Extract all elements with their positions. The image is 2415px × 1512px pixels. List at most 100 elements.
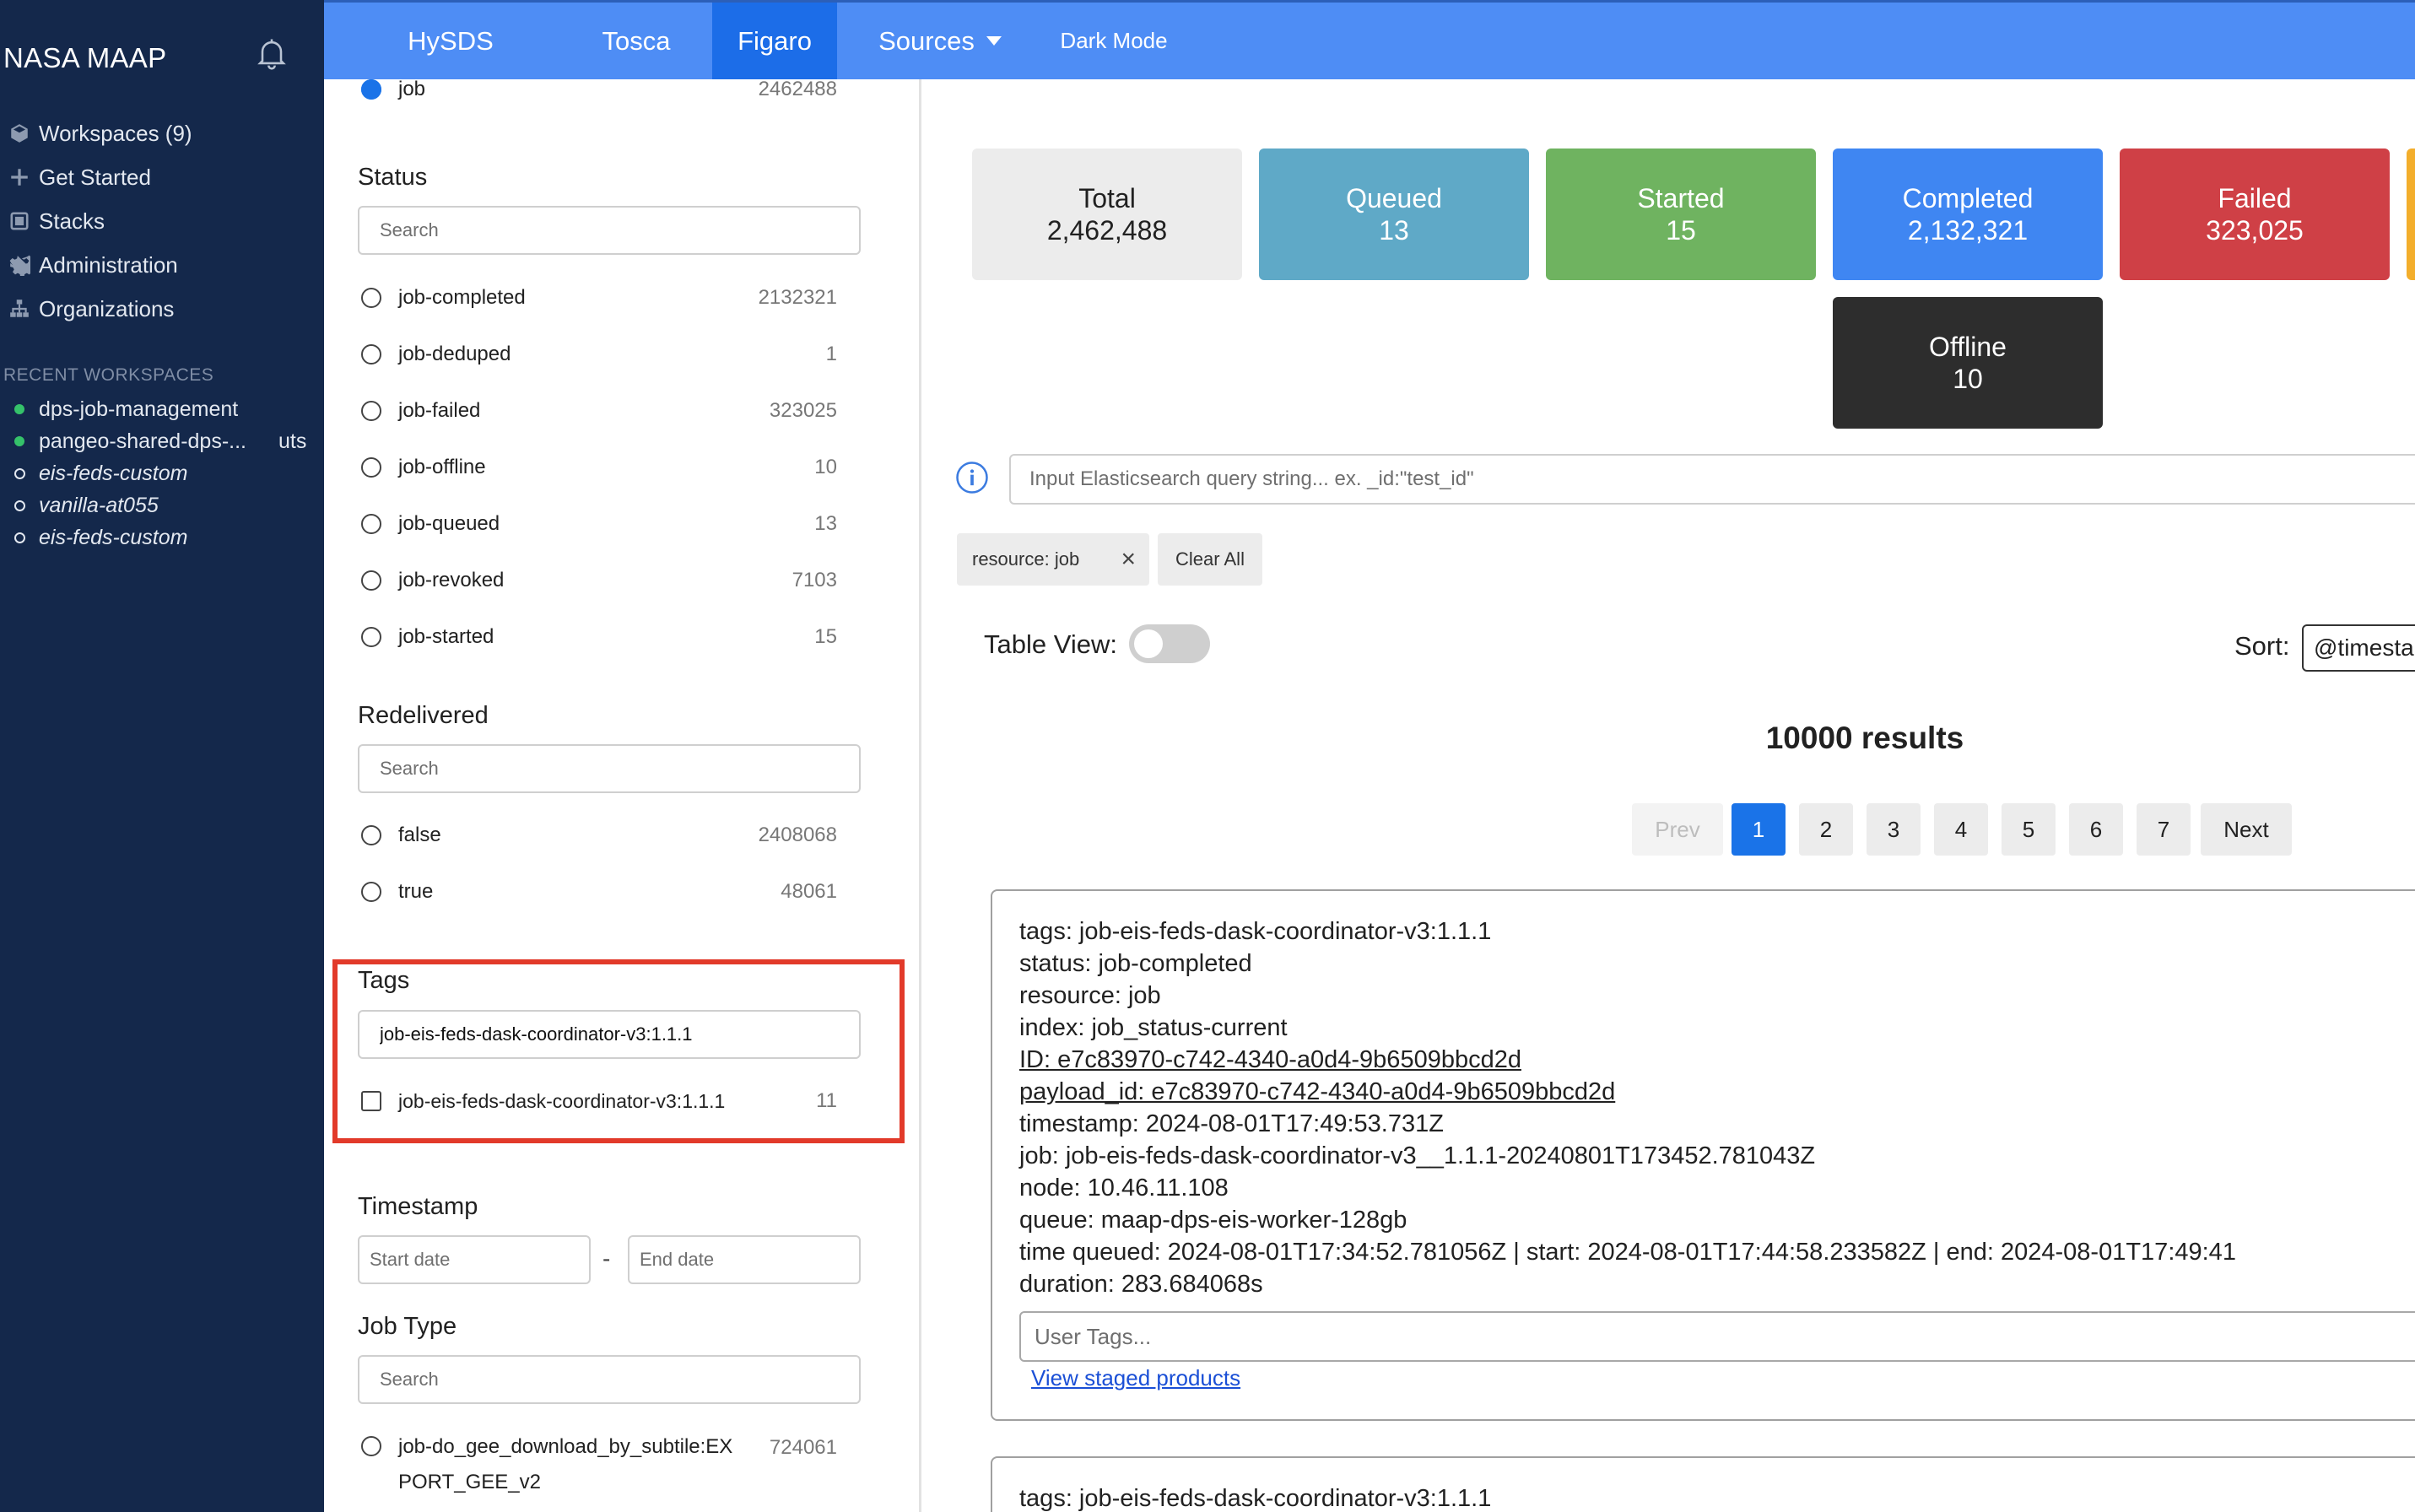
- summary-card-partial[interactable]: [2407, 148, 2415, 280]
- timestamp-heading: Timestamp: [358, 1193, 478, 1220]
- filter-option-status[interactable]: job-offline 10: [358, 451, 861, 484]
- workspace-label: vanilla-at055: [39, 493, 159, 517]
- filter-option-tag[interactable]: job-eis-feds-dask-coordinator-v3:1.1.1 1…: [358, 1084, 861, 1118]
- stopped-status-icon: [0, 500, 39, 511]
- pager-page-button[interactable]: 1: [1732, 803, 1786, 856]
- redelivered-search-input[interactable]: [358, 744, 861, 793]
- pager-next-button[interactable]: Next: [2201, 803, 2292, 856]
- card-label: Failed: [2218, 183, 2292, 213]
- job-type-search-input[interactable]: [358, 1355, 861, 1404]
- workspace-label: eis-feds-custom: [39, 461, 188, 485]
- end-date-input[interactable]: [628, 1235, 861, 1284]
- card-label: Started: [1637, 183, 1725, 213]
- sidebar-item-label: Stacks: [39, 208, 105, 234]
- tags-search-input[interactable]: [358, 1010, 861, 1059]
- brand-title: NASA MAAP: [3, 42, 167, 73]
- cube-icon: [0, 122, 39, 144]
- filter-option-status[interactable]: job-started 15: [358, 620, 861, 654]
- table-view-toggle[interactable]: [1129, 624, 1210, 663]
- result-card: tags: job-eis-feds-dask-coordinator-v3:1…: [991, 889, 2415, 1421]
- filter-option-resource-job[interactable]: job 2462488: [358, 79, 861, 106]
- tab-tosca[interactable]: Tosca: [577, 3, 695, 79]
- stopped-status-icon: [0, 532, 39, 543]
- filter-option-status[interactable]: job-completed 2132321: [358, 281, 861, 315]
- summary-card-started[interactable]: Started 15: [1546, 148, 1816, 280]
- filter-option-status[interactable]: job-queued 13: [358, 507, 861, 541]
- pager-page-button[interactable]: 2: [1799, 803, 1853, 856]
- info-icon[interactable]: [955, 461, 989, 494]
- sidebar-item-stacks[interactable]: Stacks: [0, 199, 324, 243]
- option-count: 7103: [791, 569, 837, 591]
- tab-sources[interactable]: Sources: [864, 3, 1016, 79]
- redelivered-heading: Redelivered: [358, 702, 489, 729]
- card-label: Completed: [1902, 183, 2034, 213]
- main-content: Total 2,462,488 Queued 13 Started 15 Com…: [921, 79, 2415, 1512]
- tab-figaro[interactable]: Figaro: [712, 3, 837, 79]
- summary-card-offline[interactable]: Offline 10: [1833, 297, 2103, 429]
- result-id-link[interactable]: ID: e7c83970-c742-4340-a0d4-9b6509bbcd2d: [1019, 1046, 1521, 1074]
- start-date-input[interactable]: [358, 1235, 591, 1284]
- recent-workspace-item[interactable]: eis-feds-custom: [0, 457, 324, 489]
- bell-icon[interactable]: [253, 34, 290, 73]
- sort-select[interactable]: @timestamp: [2302, 624, 2415, 672]
- user-tags-input[interactable]: [1019, 1311, 2415, 1362]
- option-label: job-failed: [398, 399, 481, 422]
- chevron-down-icon: [986, 36, 1002, 46]
- filter-option-redelivered[interactable]: true 48061: [358, 875, 861, 909]
- sidebar-item-administration[interactable]: Administration: [0, 243, 324, 287]
- recent-workspace-item[interactable]: pangeo-shared-dps-... uts: [0, 425, 324, 457]
- recent-workspace-item[interactable]: vanilla-at055: [0, 489, 324, 521]
- filter-option-job-type[interactable]: job-do_gee_download_by_subtile:EX PORT_G…: [358, 1429, 861, 1500]
- clear-all-button[interactable]: Clear All: [1158, 533, 1262, 586]
- option-label: job-completed: [398, 286, 526, 309]
- radio-icon: [361, 288, 381, 308]
- filter-option-status[interactable]: job-failed 323025: [358, 394, 861, 428]
- summary-card-queued[interactable]: Queued 13: [1259, 148, 1529, 280]
- option-label: job-offline: [398, 456, 486, 478]
- summary-card-total[interactable]: Total 2,462,488: [972, 148, 1242, 280]
- option-count: 2408068: [758, 824, 837, 846]
- sidebar-nav: Workspaces (9) Get Started Stacks Admini…: [0, 111, 324, 331]
- sidebar-item-organizations[interactable]: Organizations: [0, 287, 324, 331]
- filter-option-redelivered[interactable]: false 2408068: [358, 818, 861, 852]
- card-value: 323,025: [2206, 215, 2304, 246]
- elasticsearch-query-input[interactable]: [1009, 454, 2415, 505]
- view-staged-products-link[interactable]: View staged products: [1031, 1365, 1240, 1391]
- radio-selected-icon: [361, 79, 381, 100]
- plus-icon: [0, 166, 39, 188]
- result-tags: tags: job-eis-feds-dask-coordinator-v3:1…: [1019, 1485, 1492, 1512]
- checkbox-icon: [361, 1091, 381, 1111]
- recent-workspaces-title: RECENT WORKSPACES: [3, 365, 214, 385]
- pager-prev-button[interactable]: Prev: [1632, 803, 1723, 856]
- recent-workspace-item[interactable]: eis-feds-custom: [0, 521, 324, 554]
- filter-option-status[interactable]: job-deduped 1: [358, 338, 861, 371]
- tab-hysds[interactable]: HySDS: [383, 3, 518, 79]
- option-label: job-started: [398, 625, 494, 648]
- sidebar-item-get-started[interactable]: Get Started: [0, 155, 324, 199]
- close-icon[interactable]: ×: [1121, 545, 1136, 574]
- status-search-input[interactable]: [358, 206, 861, 255]
- option-label: false: [398, 824, 441, 846]
- date-range-separator: -: [602, 1245, 611, 1272]
- summary-card-completed[interactable]: Completed 2,132,321: [1833, 148, 2103, 280]
- pager-page-button[interactable]: 4: [1934, 803, 1988, 856]
- filter-option-status[interactable]: job-revoked 7103: [358, 564, 861, 597]
- pager-page-button[interactable]: 5: [2002, 803, 2056, 856]
- app-sidebar: NASA MAAP Workspaces (9) Get Started Sta…: [0, 0, 324, 1512]
- pager-page-button[interactable]: 6: [2069, 803, 2123, 856]
- result-node: node: 10.46.11.108: [1019, 1174, 1229, 1202]
- option-label: job-deduped: [398, 343, 511, 365]
- radio-icon: [361, 882, 381, 902]
- pager-page-button[interactable]: 7: [2137, 803, 2191, 856]
- card-label: Total: [1078, 183, 1136, 213]
- summary-card-failed[interactable]: Failed 323,025: [2120, 148, 2390, 280]
- pager-page-button[interactable]: 3: [1867, 803, 1921, 856]
- workspace-label-suffix: uts: [278, 429, 307, 453]
- dark-mode-toggle[interactable]: Dark Mode: [1046, 3, 1181, 79]
- result-payload-id-link[interactable]: payload_id: e7c83970-c742-4340-a0d4-9b65…: [1019, 1078, 1615, 1106]
- recent-workspace-item[interactable]: dps-job-management: [0, 393, 324, 425]
- running-status-icon: [0, 404, 39, 414]
- sidebar-item-workspaces[interactable]: Workspaces (9): [0, 111, 324, 155]
- sort-label: Sort:: [2234, 631, 2290, 661]
- workspace-label: pangeo-shared-dps-...: [39, 429, 246, 453]
